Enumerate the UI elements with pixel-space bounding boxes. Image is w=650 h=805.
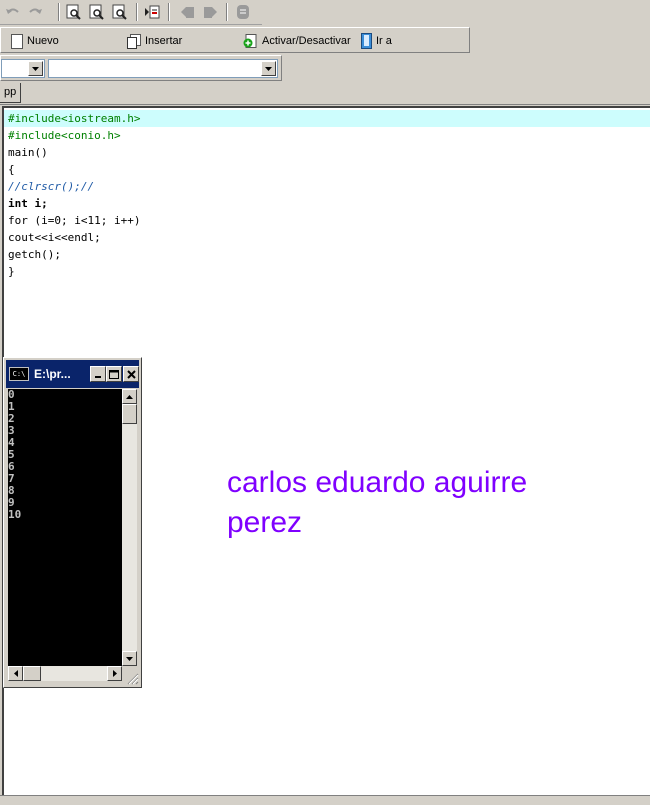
code-lines: #include<iostream.h> #include<conio.h> m… [4,110,650,280]
close-icon [126,369,136,379]
maximize-icon [109,369,119,379]
goto-button[interactable]: Ir a [361,32,392,50]
goto-button-label: Ir a [376,35,392,47]
replace-button[interactable] [111,3,129,21]
minimize-icon [95,376,101,378]
console-titlebar[interactable]: C:\ E:\pr... [6,360,139,388]
redo-button[interactable] [26,3,44,21]
author-line-1: carlos eduardo aguirre [227,466,528,499]
console-line: 0 [8,388,15,401]
code-line: #include<conio.h> [8,129,121,142]
new-doc-icon [11,33,23,49]
goto-icon [361,33,372,49]
console-window[interactable]: C:\ E:\pr... 0 1 2 3 4 5 6 7 8 9 10 [3,357,142,688]
new-button[interactable]: Nuevo [11,32,59,50]
toolbar-separator [168,3,170,21]
insert-icon [127,33,141,49]
toolbar-separator [58,3,60,21]
redo-icon [29,8,42,14]
console-line: 4 [8,436,15,449]
code-line: cout<<i<<endl; [8,231,101,244]
status-bar [0,795,650,805]
chevron-down-icon[interactable] [261,61,276,76]
goto-line-button[interactable] [143,3,161,21]
console-line: 9 [8,496,15,509]
close-button[interactable] [123,366,139,382]
next-bookmark-button[interactable] [202,3,220,21]
vertical-scroll-thumb[interactable] [122,404,137,424]
prev-bookmark-button[interactable] [178,3,196,21]
file-tab[interactable]: pp [0,83,22,103]
code-line: } [8,265,15,278]
console-line: 2 [8,412,15,425]
vertical-scrollbar[interactable] [122,389,137,666]
toggle-bookmark-icon [243,33,257,48]
code-line: int i; [8,197,48,210]
code-line: { [8,163,15,176]
arrow-left-icon [13,670,18,677]
undo-icon [6,8,19,14]
console-line: 1 [8,400,15,413]
horizontal-scrollbar[interactable] [8,666,122,681]
toolbar-separator [136,3,138,21]
horizontal-scroll-thumb[interactable] [23,666,41,681]
find-next-icon [89,4,104,20]
console-line: 5 [8,448,15,461]
code-line: main() [8,146,48,159]
find-icon [66,4,81,20]
console-line: 7 [8,472,15,485]
arrow-right-icon [112,670,117,677]
insert-button[interactable]: Insertar [127,32,182,50]
console-app-icon: C:\ [9,367,29,381]
clear-icon [237,5,249,19]
console-line: 10 [8,508,22,521]
console-line: 6 [8,460,15,473]
toolbar-combos [0,55,282,81]
console-output: 0 1 2 3 4 5 6 7 8 9 10 [8,389,122,666]
next-bookmark-icon [204,7,217,18]
replace-icon [112,4,127,20]
prev-bookmark-icon [181,7,194,18]
toggle-bookmark-label: Activar/Desactivar [262,35,351,47]
toolbar-actions: Nuevo Insertar Activar/Desactivar Ir a [0,27,470,53]
class-select[interactable] [1,59,45,78]
toolbar-icons [0,0,262,25]
author-line-2: perez [227,506,303,539]
scroll-down-button[interactable] [122,651,137,666]
undo-button[interactable] [4,3,22,21]
code-line: //clrscr();// [8,180,95,193]
file-tab-strip: pp [0,82,650,105]
insert-button-label: Insertar [145,35,183,47]
chevron-down-icon[interactable] [28,61,43,76]
code-line: #include<iostream.h> [4,110,650,127]
new-button-label: Nuevo [27,35,59,47]
console-line: 3 [8,424,15,437]
goto-line-icon [145,5,160,19]
console-title: E:\pr... [34,367,71,381]
scroll-left-button[interactable] [8,666,23,681]
toggle-bookmark-button[interactable]: Activar/Desactivar [243,32,351,50]
resize-grip-icon[interactable] [125,671,139,685]
scroll-right-button[interactable] [107,666,122,681]
console-line: 8 [8,484,15,497]
code-line: getch(); [8,248,61,261]
author-annotation: carlos eduardo aguirre perez [227,463,527,543]
maximize-button[interactable] [106,366,122,382]
arrow-down-icon [126,656,133,661]
find-next-button[interactable] [88,3,106,21]
scroll-up-button[interactable] [122,389,137,404]
find-button[interactable] [65,3,83,21]
toolbar-separator [226,3,228,21]
member-select[interactable] [48,59,278,78]
arrow-up-icon [126,394,133,399]
minimize-button[interactable] [90,366,106,382]
clear-button[interactable] [234,3,252,21]
code-line: for (i=0; i<11; i++) [8,214,141,227]
